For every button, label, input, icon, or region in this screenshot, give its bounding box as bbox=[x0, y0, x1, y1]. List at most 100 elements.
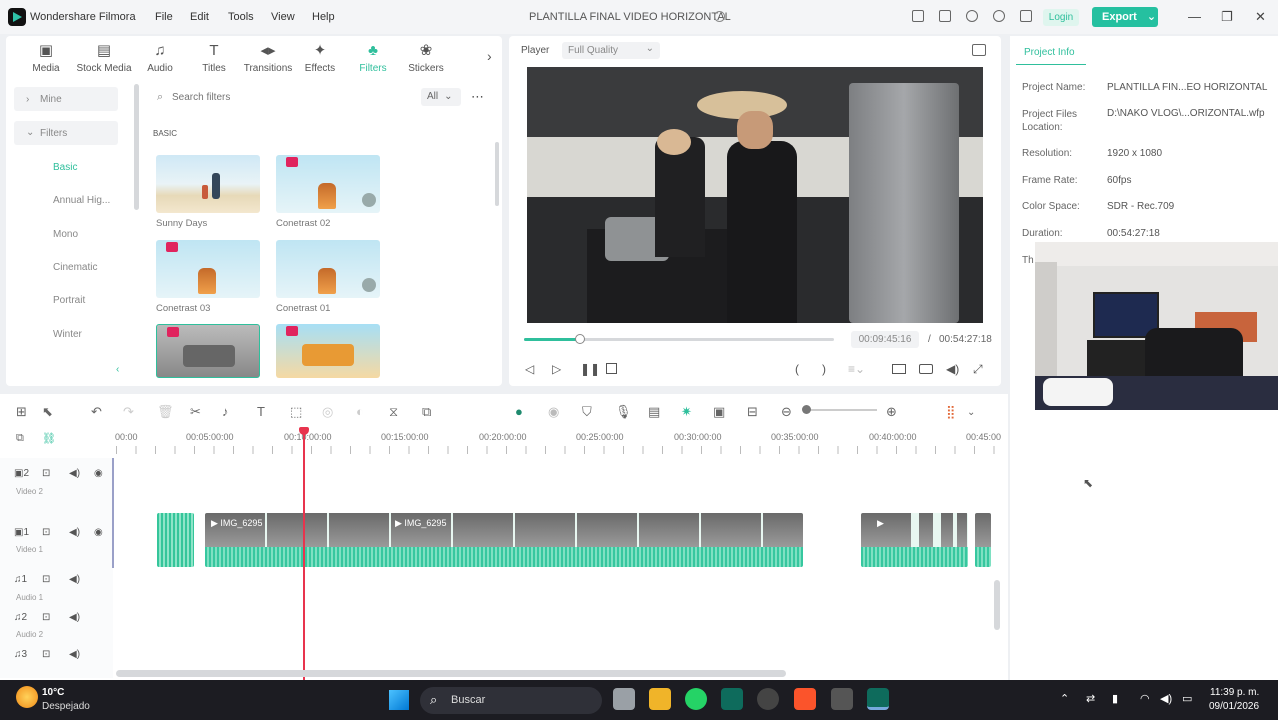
zoom-out-icon[interactable]: ⊖ bbox=[781, 404, 792, 420]
sidebar-scrollbar[interactable] bbox=[134, 84, 139, 210]
login-button[interactable]: Login bbox=[1043, 9, 1079, 26]
split-icon[interactable]: ✂ bbox=[190, 404, 201, 420]
progress-track[interactable] bbox=[524, 334, 834, 344]
audio-edit-icon[interactable]: ♪ bbox=[222, 404, 229, 419]
add-track-icon[interactable]: ⧉ bbox=[16, 432, 24, 445]
grid-scrollbar[interactable] bbox=[495, 142, 499, 206]
lock-icon[interactable]: ⊡ bbox=[42, 574, 50, 585]
crop-icon[interactable]: ⬚ bbox=[290, 404, 302, 420]
clock-date[interactable]: 09/01/2026 bbox=[1209, 701, 1259, 712]
cloud-icon[interactable] bbox=[966, 10, 978, 22]
windows-start-icon[interactable] bbox=[389, 690, 409, 710]
tab-project-info[interactable]: Project Info bbox=[1024, 47, 1075, 58]
battery-icon[interactable]: ▭ bbox=[1182, 692, 1192, 705]
menu-view[interactable]: View bbox=[271, 11, 295, 23]
speaker-icon[interactable]: ◀) bbox=[69, 612, 80, 623]
video-preview[interactable] bbox=[527, 67, 983, 323]
close-button[interactable]: ✕ bbox=[1255, 9, 1266, 25]
sidebar-item-cinematic[interactable]: Cinematic bbox=[53, 262, 97, 273]
timeline-clip[interactable] bbox=[975, 513, 991, 567]
taskbar-search[interactable]: ⌕ Buscar bbox=[420, 687, 602, 714]
tab-titles[interactable]: T Titles bbox=[188, 40, 240, 78]
lock-icon[interactable]: ⊡ bbox=[42, 612, 50, 623]
lock-icon[interactable]: ⊡ bbox=[42, 649, 50, 660]
volume-icon[interactable]: ◀) bbox=[946, 362, 959, 376]
ai-icon[interactable]: ✷ bbox=[681, 404, 692, 420]
tray-app-icon[interactable]: ⇄ bbox=[1086, 692, 1095, 705]
mark-out-icon[interactable]: ) bbox=[822, 362, 826, 376]
menu-edit[interactable]: Edit bbox=[190, 11, 209, 23]
wifi-icon[interactable]: ◠ bbox=[1140, 692, 1150, 705]
sidebar-item-filters[interactable]: ⌄ Filters bbox=[14, 121, 118, 145]
fullscreen-icon[interactable]: ⤢ bbox=[973, 362, 983, 377]
tab-stock-media[interactable]: ▤ Stock Media bbox=[76, 40, 132, 78]
grid-view-icon[interactable]: ⣿ bbox=[946, 404, 956, 420]
clock-time[interactable]: 11:39 p. m. bbox=[1210, 687, 1259, 698]
sidebar-item-mono[interactable]: Mono bbox=[53, 229, 78, 240]
marker-icon[interactable]: ⛉ bbox=[582, 404, 592, 420]
tab-stickers[interactable]: ❀ Stickers bbox=[400, 40, 452, 78]
tab-transitions[interactable]: ◂▸ Transitions bbox=[240, 40, 296, 78]
step-back-icon[interactable]: ◁ bbox=[525, 362, 534, 376]
sidebar-item-basic[interactable]: Basic bbox=[53, 162, 77, 173]
speed-icon[interactable]: ◎ bbox=[322, 404, 333, 420]
speaker-icon[interactable]: ◀) bbox=[1160, 692, 1172, 705]
display-icon[interactable] bbox=[892, 364, 906, 374]
filmora-taskbar-icon[interactable] bbox=[721, 688, 743, 710]
filter-thumb-conetrast-02[interactable] bbox=[276, 155, 380, 213]
save-icon[interactable] bbox=[939, 10, 951, 22]
zoom-slider[interactable] bbox=[803, 409, 877, 411]
collapse-icon[interactable]: ‹ bbox=[116, 364, 119, 375]
restore-button[interactable]: ❐ bbox=[1221, 9, 1233, 25]
whatsapp-icon[interactable] bbox=[685, 688, 707, 710]
speaker-icon[interactable]: ◀) bbox=[69, 468, 80, 479]
auto-ripple-icon[interactable]: ◉ bbox=[548, 404, 559, 420]
eye-icon[interactable]: ◉ bbox=[94, 468, 103, 479]
eye-icon[interactable]: ◉ bbox=[94, 527, 103, 538]
timeline-vertical-scrollbar[interactable] bbox=[994, 580, 1000, 630]
sidebar-item-winter[interactable]: Winter bbox=[53, 329, 82, 340]
filter-thumb-conetrast-03[interactable] bbox=[156, 240, 260, 298]
link-icon[interactable]: ⛓ bbox=[42, 432, 56, 445]
freeze-icon[interactable]: ⧉ bbox=[422, 404, 431, 420]
sidebar-item-portrait[interactable]: Portrait bbox=[53, 295, 85, 306]
search-input[interactable] bbox=[172, 89, 412, 105]
tab-filters[interactable]: ♣ Filters bbox=[347, 40, 399, 78]
filter-thumb-conetrast-01[interactable] bbox=[276, 240, 380, 298]
brave-icon[interactable] bbox=[794, 688, 816, 710]
timeline-clip[interactable]: ▶ bbox=[861, 513, 968, 567]
zoom-in-icon[interactable]: ⊕ bbox=[886, 404, 897, 420]
render-preview-icon[interactable]: ● bbox=[515, 404, 523, 419]
camera-icon[interactable] bbox=[919, 364, 933, 374]
render-icon[interactable]: ≡⌄ bbox=[848, 362, 865, 376]
file-explorer-icon[interactable] bbox=[649, 688, 671, 710]
filter-thumb-bus[interactable] bbox=[276, 324, 380, 378]
step-forward-icon[interactable]: ▷ bbox=[552, 362, 561, 376]
info-icon[interactable] bbox=[714, 11, 725, 22]
lock-icon[interactable]: ⊡ bbox=[42, 468, 50, 479]
menu-help[interactable]: Help bbox=[312, 11, 335, 23]
export-button[interactable]: Export ⌄ bbox=[1092, 7, 1158, 27]
headset-icon[interactable] bbox=[993, 10, 1005, 22]
snapshot-icon[interactable]: ⊟ bbox=[747, 404, 758, 420]
gift-icon[interactable] bbox=[1020, 10, 1032, 22]
color-icon[interactable]: ◐ bbox=[356, 404, 364, 419]
sidebar-item-mine[interactable]: › Mine bbox=[14, 87, 118, 111]
speaker-icon[interactable]: ◀) bbox=[69, 649, 80, 660]
snapshot-image-icon[interactable] bbox=[972, 44, 986, 56]
filter-dropdown[interactable]: All ⌄ bbox=[421, 88, 461, 106]
zoom-handle[interactable] bbox=[802, 405, 811, 414]
task-view-icon[interactable] bbox=[613, 688, 635, 710]
tab-audio[interactable]: ♫ Audio bbox=[134, 40, 186, 78]
select-tool-icon[interactable]: ⬉ bbox=[42, 404, 53, 420]
filter-thumb-sunny-days[interactable] bbox=[156, 155, 260, 213]
mark-in-icon[interactable]: ( bbox=[795, 362, 799, 376]
menu-tools[interactable]: Tools bbox=[228, 11, 254, 23]
progress-handle[interactable] bbox=[574, 334, 585, 344]
redo-icon[interactable]: ↷ bbox=[123, 404, 134, 420]
undo-icon[interactable]: ↶ bbox=[91, 404, 102, 420]
duration-icon[interactable]: ⧖ bbox=[389, 404, 398, 420]
tab-media[interactable]: ▣ Media bbox=[20, 40, 72, 78]
more-icon[interactable]: ⋯ bbox=[471, 89, 484, 105]
tray-app-icon[interactable]: ▮ bbox=[1112, 692, 1118, 705]
